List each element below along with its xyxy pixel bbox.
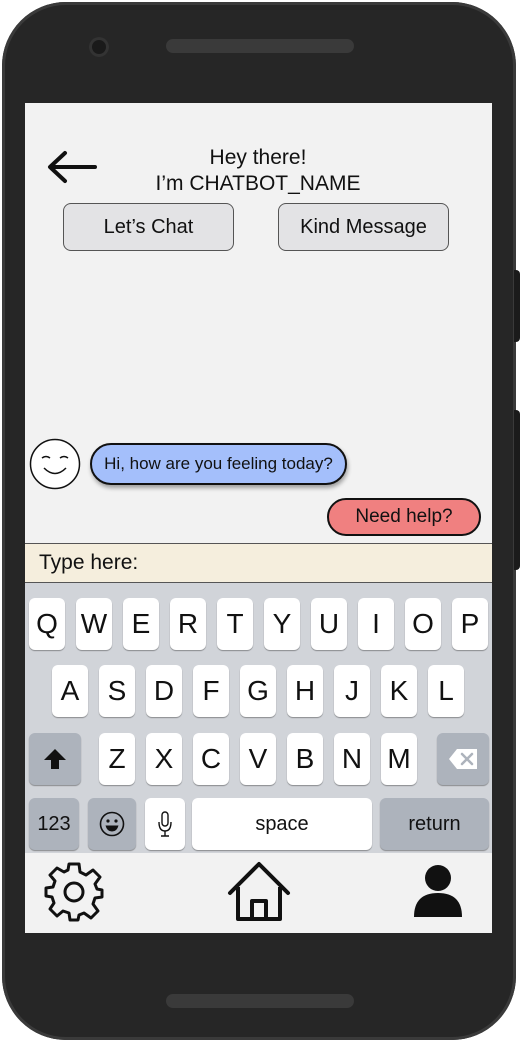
key-m[interactable]: M <box>381 733 417 785</box>
on-screen-keyboard: Q W E R T Y U I O P A S D F G H J K L Z … <box>25 583 492 853</box>
key-a[interactable]: A <box>52 665 88 717</box>
side-button-volume <box>514 410 520 570</box>
shift-key[interactable] <box>29 733 81 785</box>
key-h[interactable]: H <box>287 665 323 717</box>
key-w[interactable]: W <box>76 598 112 650</box>
bottom-navigation <box>25 853 492 933</box>
key-j[interactable]: J <box>334 665 370 717</box>
microphone-icon <box>158 811 172 837</box>
screen: Hey there! I’m CHATBOT_NAME Let’s Chat K… <box>25 103 492 933</box>
key-i[interactable]: I <box>358 598 394 650</box>
space-key[interactable]: space <box>192 798 372 850</box>
kind-message-button[interactable]: Kind Message <box>278 203 449 251</box>
message-input[interactable]: Type here: <box>25 543 492 583</box>
key-r[interactable]: R <box>170 598 206 650</box>
key-s[interactable]: S <box>99 665 135 717</box>
back-arrow-icon[interactable] <box>45 149 97 185</box>
page-title: Hey there! I’m CHATBOT_NAME <box>125 145 391 197</box>
phone-frame: Hey there! I’m CHATBOT_NAME Let’s Chat K… <box>2 2 516 1040</box>
key-u[interactable]: U <box>311 598 347 650</box>
emoji-icon <box>99 811 125 837</box>
front-camera <box>89 37 109 57</box>
bottom-speaker <box>166 994 354 1008</box>
shift-arrow-icon <box>44 749 66 769</box>
home-icon[interactable] <box>227 861 291 923</box>
settings-icon[interactable] <box>43 861 105 923</box>
side-button-power <box>514 270 520 342</box>
key-e[interactable]: E <box>123 598 159 650</box>
numbers-key[interactable]: 123 <box>29 798 79 850</box>
greeting-line-2: I’m CHATBOT_NAME <box>155 172 361 195</box>
key-n[interactable]: N <box>334 733 370 785</box>
user-message-bubble[interactable]: Need help? <box>327 498 481 536</box>
backspace-icon <box>449 749 477 769</box>
bot-message-bubble: Hi, how are you feeling today? <box>90 443 347 485</box>
key-k[interactable]: K <box>381 665 417 717</box>
key-c[interactable]: C <box>193 733 229 785</box>
chatbot-avatar-smiley-icon <box>29 438 81 490</box>
key-l[interactable]: L <box>428 665 464 717</box>
key-p[interactable]: P <box>452 598 488 650</box>
key-x[interactable]: X <box>146 733 182 785</box>
profile-icon[interactable] <box>412 863 464 919</box>
key-y[interactable]: Y <box>264 598 300 650</box>
microphone-key[interactable] <box>145 798 185 850</box>
key-o[interactable]: O <box>405 598 441 650</box>
key-g[interactable]: G <box>240 665 276 717</box>
key-b[interactable]: B <box>287 733 323 785</box>
backspace-key[interactable] <box>437 733 489 785</box>
lets-chat-button[interactable]: Let’s Chat <box>63 203 234 251</box>
earpiece-speaker <box>166 39 354 53</box>
return-key[interactable]: return <box>380 798 489 850</box>
key-f[interactable]: F <box>193 665 229 717</box>
greeting-line-1: Hey there! <box>209 146 307 169</box>
key-z[interactable]: Z <box>99 733 135 785</box>
key-q[interactable]: Q <box>29 598 65 650</box>
emoji-key[interactable] <box>88 798 136 850</box>
key-v[interactable]: V <box>240 733 276 785</box>
key-d[interactable]: D <box>146 665 182 717</box>
key-t[interactable]: T <box>217 598 253 650</box>
